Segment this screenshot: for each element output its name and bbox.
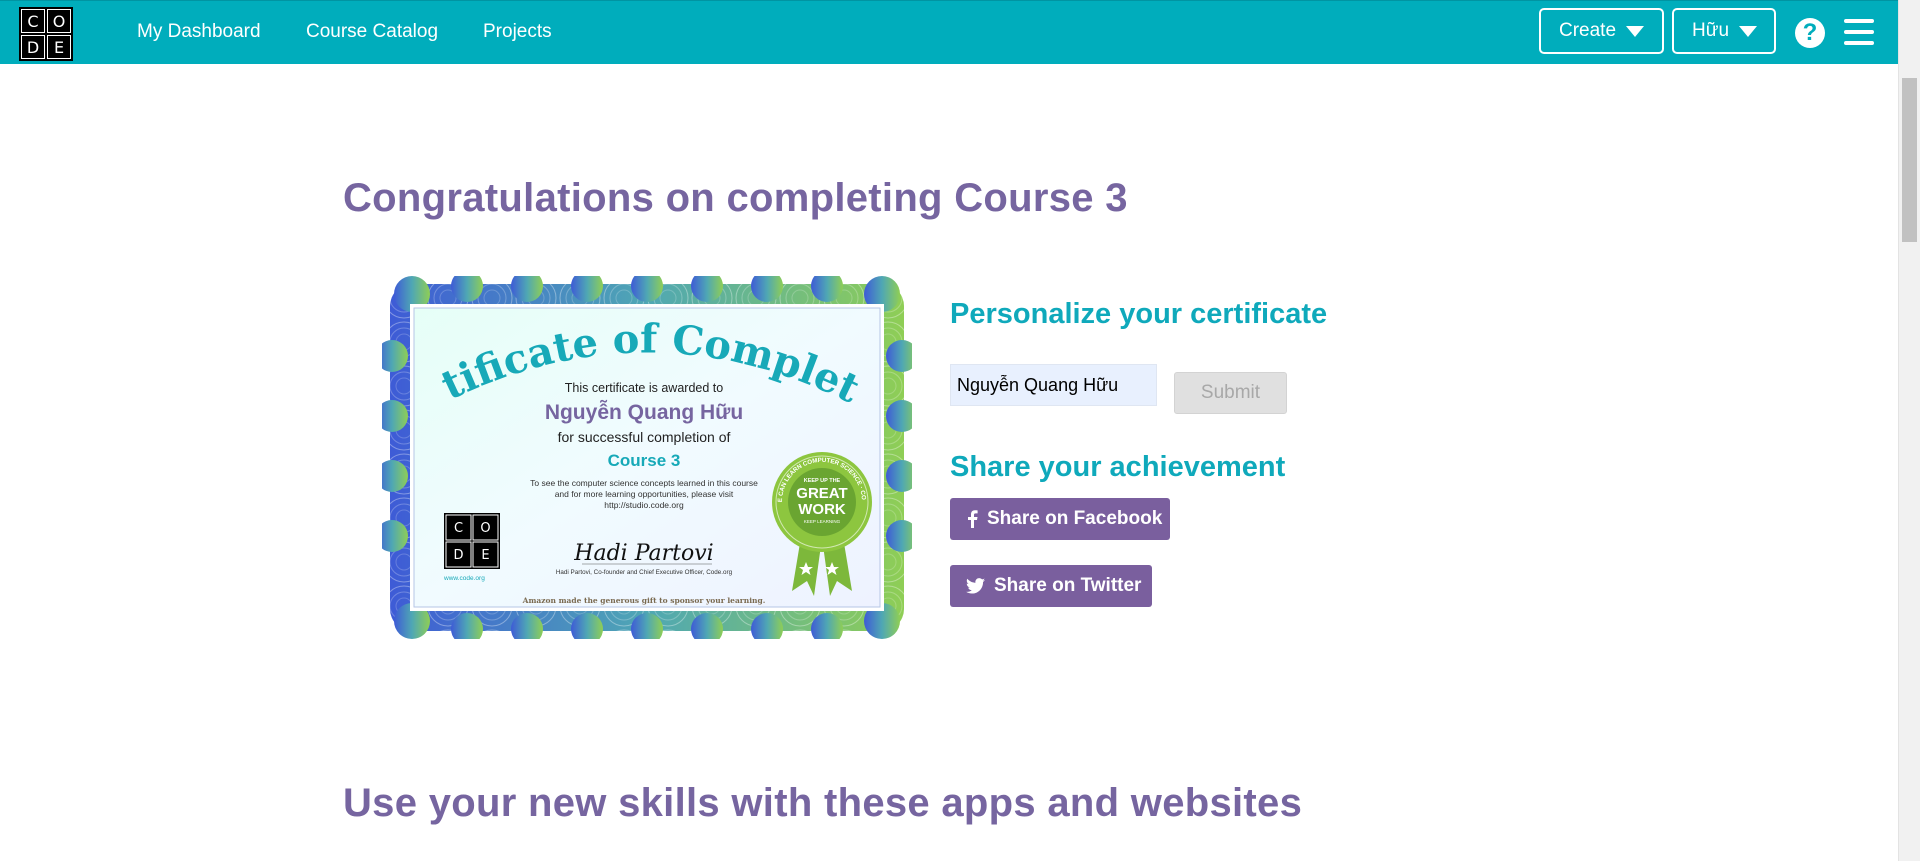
share-title: Share your achievement	[950, 451, 1286, 483]
badge-main-text: WORK	[798, 501, 846, 518]
logo-letter: E	[481, 548, 489, 563]
certificate-recipient-name: Nguyễn Quang Hữu	[545, 400, 743, 424]
certificate-name-input[interactable]	[950, 364, 1157, 406]
certificate-info-url: http://studio.code.org	[604, 500, 684, 510]
twitter-icon	[966, 578, 985, 594]
share-twitter-button[interactable]: Share on Twitter	[950, 565, 1152, 607]
certificate-info-line: To see the computer science concepts lea…	[530, 478, 758, 488]
code-org-logo[interactable]: C O D E	[19, 7, 73, 61]
badge-top-text: KEEP UP THE	[804, 478, 841, 484]
certificate-info-line: and for more learning opportunities, ple…	[555, 489, 734, 499]
badge-sub-text: KEEP LEARNING	[804, 519, 841, 524]
certificate-code-logo: C O D E	[444, 513, 500, 569]
certificate-signer: Hadi Partovi, Co-founder and Chief Execu…	[556, 569, 733, 576]
logo-letter: D	[453, 548, 463, 563]
submit-button[interactable]: Submit	[1174, 372, 1287, 414]
apps-section-heading: Use your new skills with these apps and …	[343, 781, 1303, 825]
facebook-icon	[968, 510, 978, 528]
top-navigation-bar: C O D E My Dashboard Course Catalog Proj…	[0, 0, 1898, 64]
logo-letter: O	[47, 9, 71, 33]
certificate-course-name: Course 3	[608, 451, 681, 470]
help-glyph: ?	[1802, 19, 1818, 46]
vertical-scrollbar[interactable]	[1898, 0, 1920, 861]
menu-bar	[1844, 30, 1874, 34]
certificate-image: Certificate of Completion This certifica…	[382, 276, 912, 639]
certificate-awarded-text: This certificate is awarded to	[565, 381, 723, 395]
logo-letter: E	[47, 35, 71, 59]
create-label: Create	[1559, 20, 1617, 41]
create-dropdown-button[interactable]: Create	[1539, 8, 1664, 54]
logo-letter: O	[480, 521, 490, 536]
caret-down-icon	[1739, 25, 1758, 37]
logo-letter: D	[21, 35, 45, 59]
nav-course-catalog[interactable]: Course Catalog	[306, 21, 438, 43]
page-title: Congratulations on completing Course 3	[343, 176, 1128, 220]
certificate-completion-text: for successful completion of	[558, 429, 731, 445]
logo-letter: C	[21, 9, 45, 33]
personalize-title: Personalize your certificate	[950, 298, 1328, 330]
menu-bar	[1844, 41, 1874, 45]
scrollbar-thumb[interactable]	[1902, 78, 1917, 242]
share-facebook-label: Share on Facebook	[987, 508, 1163, 529]
share-twitter-label: Share on Twitter	[994, 575, 1142, 596]
certificate-sponsor-note: Amazon made the generous gift to sponsor…	[522, 596, 766, 605]
caret-down-icon	[1626, 25, 1645, 37]
user-name-label: Hữu	[1692, 20, 1730, 41]
help-icon[interactable]: ?	[1795, 18, 1825, 48]
user-dropdown-button[interactable]: Hữu	[1672, 8, 1776, 54]
certificate-signature: Hadi Partovi	[573, 541, 713, 566]
certificate-website: www.code.org	[443, 575, 485, 582]
logo-letter: C	[454, 521, 463, 536]
nav-projects[interactable]: Projects	[483, 21, 552, 43]
share-facebook-button[interactable]: Share on Facebook	[950, 498, 1170, 540]
badge-main-text: GREAT	[796, 485, 847, 502]
nav-my-dashboard[interactable]: My Dashboard	[137, 21, 261, 43]
hamburger-menu-icon[interactable]	[1844, 19, 1874, 45]
menu-bar	[1844, 19, 1874, 23]
